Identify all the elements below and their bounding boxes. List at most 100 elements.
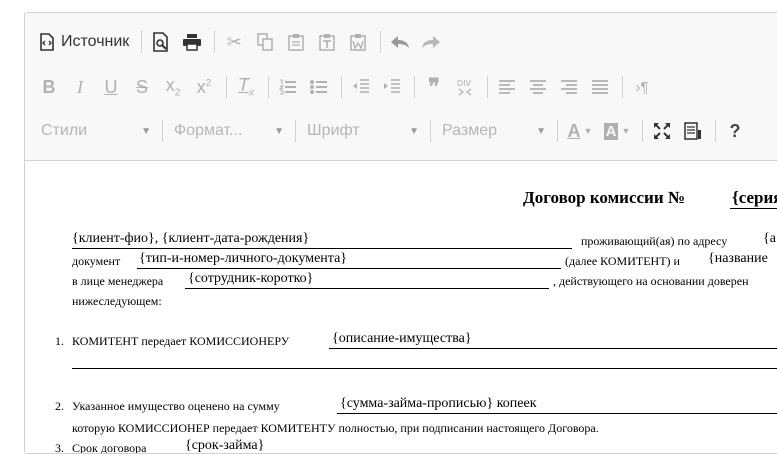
size-combo[interactable]: Размер ▼ xyxy=(436,117,552,145)
toolbar-row-1: Источник ✂ xyxy=(35,26,448,58)
client-placeholder: {клиент-фио}, {клиент-дата-рождения} xyxy=(72,231,310,246)
increase-indent-icon xyxy=(383,79,401,95)
property-placeholder: {описание-имущества} xyxy=(332,331,472,346)
separator xyxy=(295,120,296,142)
term-placeholder: {срок-займа} xyxy=(185,438,265,453)
komitent-text: (далее КОМИТЕНТ) и xyxy=(565,254,680,268)
justify-button[interactable] xyxy=(586,73,614,101)
chevron-down-icon: ▼ xyxy=(409,125,419,137)
numbered-list-icon xyxy=(279,79,297,95)
item-3-text: Срок договора xyxy=(72,441,147,454)
superscript-button[interactable]: x2 xyxy=(190,73,218,101)
preview-icon xyxy=(152,32,170,52)
show-blocks-icon xyxy=(684,122,702,140)
background-color-button[interactable]: A ▼ xyxy=(600,117,634,145)
bold-button[interactable]: B xyxy=(35,73,63,101)
amount-placeholder: {сумма-займа-прописью} копеек xyxy=(340,396,537,411)
justify-icon xyxy=(591,80,609,94)
print-button[interactable] xyxy=(178,28,206,56)
paste-icon xyxy=(288,33,305,51)
show-blocks-button[interactable] xyxy=(679,117,707,145)
cut-button[interactable]: ✂ xyxy=(220,28,248,56)
div-container-button[interactable]: DIV xyxy=(451,73,479,101)
numbered-list-button[interactable] xyxy=(274,73,302,101)
contract-serial: {серия xyxy=(732,188,777,207)
separator xyxy=(414,76,415,98)
chevron-down-icon: ▼ xyxy=(583,126,593,136)
align-right-icon xyxy=(560,80,578,94)
preview-button[interactable] xyxy=(147,28,175,56)
separator xyxy=(622,76,623,98)
scissors-icon: ✂ xyxy=(226,31,242,52)
underline xyxy=(72,368,777,369)
underline-button[interactable]: U xyxy=(97,73,125,101)
item-2-line-2: которую КОМИССИОНЕР передает КОМИТЕНТУ п… xyxy=(72,421,599,435)
separator xyxy=(341,76,342,98)
styles-combo[interactable]: Стили ▼ xyxy=(35,117,157,145)
strikethrough-button[interactable]: S xyxy=(128,73,156,101)
source-label: Источник xyxy=(61,33,130,50)
copy-button[interactable] xyxy=(251,28,279,56)
remove-format-button[interactable]: Tx xyxy=(232,73,260,101)
address-placeholder: {а xyxy=(763,231,776,246)
svg-text:DIV: DIV xyxy=(457,79,472,88)
redo-icon xyxy=(421,35,441,49)
align-right-button[interactable] xyxy=(555,73,583,101)
underline xyxy=(337,413,777,414)
underline xyxy=(329,348,777,349)
superscript-icon: x2 xyxy=(196,76,212,97)
item-2-text: Указанное имущество оценено на сумму xyxy=(72,399,280,413)
separator xyxy=(715,120,716,142)
paragraph-direction-icon: ›¶ xyxy=(635,78,649,96)
separator xyxy=(141,31,143,53)
editor-toolbar: Источник ✂ B I U S x2 x2 Tx ❞ DIV ›¶ Сти… xyxy=(25,13,777,161)
underline xyxy=(137,268,561,269)
toolbar-row-3: Стили ▼ Формат... ▼ Шрифт ▼ Размер ▼ A▼ xyxy=(35,115,752,147)
remove-format-icon: Tx xyxy=(238,75,254,99)
align-left-icon xyxy=(498,80,516,94)
paste-text-icon xyxy=(319,33,336,51)
document-text: документ xyxy=(72,254,121,268)
contract-title: Договор комиссии № xyxy=(523,188,685,207)
lives-text: проживающий(ая) по адресу xyxy=(581,234,728,248)
separator xyxy=(268,76,269,98)
chevron-down-icon: ▼ xyxy=(536,125,546,137)
increase-indent-button[interactable] xyxy=(378,73,406,101)
text-direction-ltr-button[interactable]: ›¶ xyxy=(628,73,656,101)
align-left-button[interactable] xyxy=(493,73,521,101)
help-button[interactable]: ? xyxy=(721,117,749,145)
item-1-number: 1. xyxy=(55,334,64,348)
blockquote-button[interactable]: ❞ xyxy=(420,73,448,101)
paste-word-button[interactable] xyxy=(344,28,372,56)
maximize-button[interactable] xyxy=(648,117,676,145)
size-label: Размер xyxy=(442,122,497,139)
paste-button[interactable] xyxy=(282,28,310,56)
bold-icon: B xyxy=(42,76,56,97)
separator xyxy=(642,120,643,142)
format-combo[interactable]: Формат... ▼ xyxy=(168,117,290,145)
text-color-button[interactable]: A ▼ xyxy=(563,117,597,145)
italic-icon: I xyxy=(77,76,83,97)
italic-button[interactable]: I xyxy=(66,73,94,101)
text-color-icon: A xyxy=(567,120,581,141)
decrease-indent-button[interactable] xyxy=(347,73,375,101)
format-label: Формат... xyxy=(174,122,243,139)
manager-placeholder: {сотрудник-коротко} xyxy=(188,271,314,286)
redo-button[interactable] xyxy=(417,28,445,56)
separator xyxy=(380,31,382,53)
font-combo[interactable]: Шрифт ▼ xyxy=(301,117,425,145)
paste-text-button[interactable] xyxy=(313,28,341,56)
background-color-icon: A xyxy=(603,122,619,140)
chevron-down-icon: ▼ xyxy=(141,125,151,137)
document-body[interactable]: Договор комиссии № {серия {клиент-фио}, … xyxy=(25,161,777,454)
item-3-number: 3. xyxy=(55,441,64,454)
undo-button[interactable] xyxy=(386,28,414,56)
acting-text: , действующего на основании доверен xyxy=(553,274,749,288)
font-label: Шрифт xyxy=(307,122,360,139)
copy-icon xyxy=(257,33,274,51)
subscript-button[interactable]: x2 xyxy=(159,73,187,101)
align-center-button[interactable] xyxy=(524,73,552,101)
source-button[interactable]: Источник xyxy=(35,28,133,56)
underline-icon: U xyxy=(104,76,118,97)
bulleted-list-button[interactable] xyxy=(305,73,333,101)
